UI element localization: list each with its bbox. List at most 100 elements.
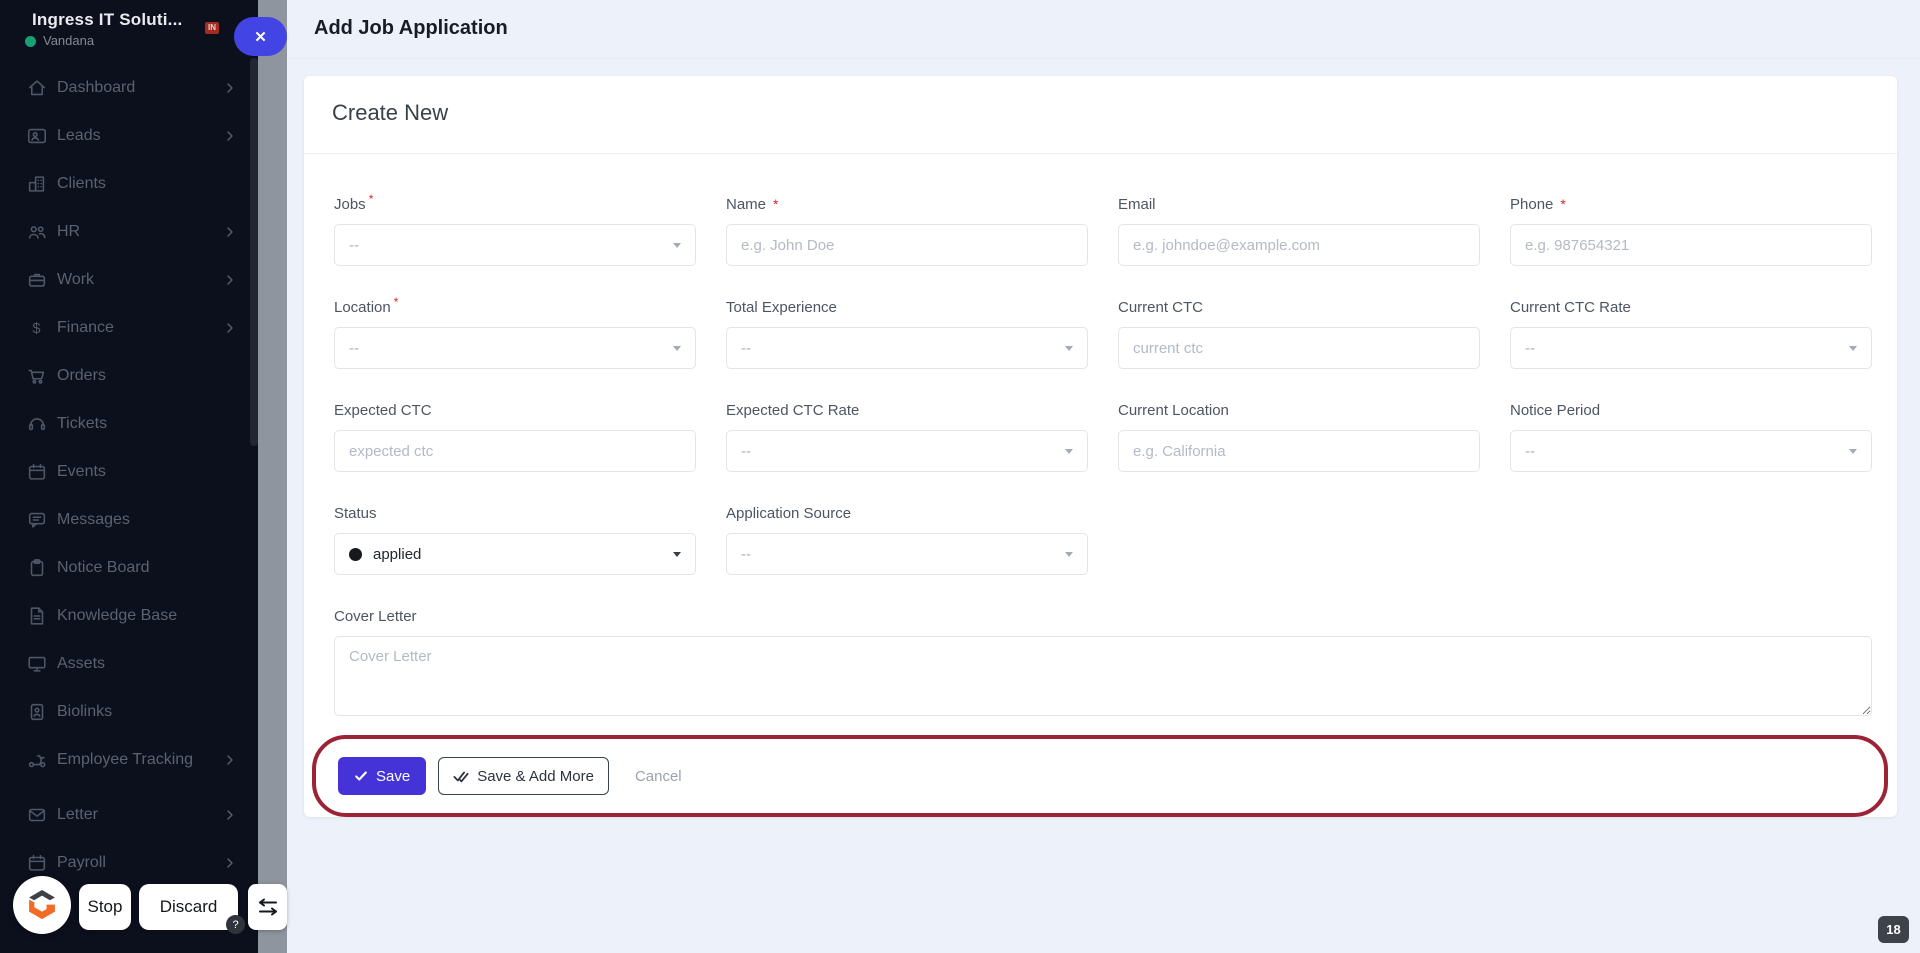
sidebar: Ingress IT Soluti... IN Vandana Dashboar… [0,0,258,953]
cover-letter-textarea[interactable] [334,636,1872,716]
sidebar-item-notice-board[interactable]: Notice Board [0,544,258,592]
field-current-ctc: Current CTC [1118,299,1480,369]
file-text-icon [26,605,48,627]
job-application-form: Jobs*--Name*EmailPhone*Location*--Total … [334,192,1872,721]
field-label-text: Current CTC [1118,299,1204,316]
calendar-icon [26,852,48,874]
location-select[interactable]: -- [334,327,696,369]
cancel-button[interactable]: Cancel [635,768,682,785]
field-label-text: Application Source [726,505,852,522]
close-icon: ✕ [254,28,267,46]
sidebar-scroll-track [258,0,287,953]
chevron-right-icon [222,272,238,288]
chevron-right-icon [222,752,238,768]
field-jobs: Jobs * -- [334,192,696,266]
footer-buttons: Save Save & Add More Cancel [338,757,682,795]
current-location-input[interactable] [1118,430,1480,472]
workspace-name: Ingress IT Soluti... [32,10,183,29]
save-and-add-more-button[interactable]: Save & Add More [438,757,609,795]
field-cover-letter: Cover Letter [334,608,1872,721]
sidebar-item-employee-tracking[interactable]: Employee Tracking [0,736,258,784]
name-input[interactable] [726,224,1088,266]
field-label-text: Location [334,299,391,316]
field-label: Total Experience [726,299,1088,319]
discard-button[interactable]: Discard [139,884,238,930]
field-expected-ctc-rate: Expected CTC Rate -- [726,402,1088,472]
field-label-text: Notice Period [1510,402,1601,419]
jobs-select[interactable]: -- [334,224,696,266]
field-current-ctc-rate: Current CTC Rate -- [1510,299,1872,369]
sidebar-item-assets[interactable]: Assets [0,640,258,688]
current-ctc-rate-select[interactable]: -- [1510,327,1872,369]
save-button[interactable]: Save [338,757,427,795]
chevron-right-icon [222,320,238,336]
chevron-down-icon [1065,552,1073,557]
select-value: -- [1525,339,1535,357]
field-label-text: Current CTC Rate [1510,299,1631,316]
sidebar-item-events[interactable]: Events [0,448,258,496]
application-source-select[interactable]: -- [726,533,1088,575]
current-ctc-input[interactable] [1118,327,1480,369]
field-label: Cover Letter [334,608,417,625]
sidebar-item-knowledge-base[interactable]: Knowledge Base [0,592,258,640]
email-input[interactable] [1118,224,1480,266]
sidebar-scrollbar-thumb[interactable] [250,58,258,446]
chevron-down-icon [673,243,681,248]
swap-panel-button[interactable] [248,884,287,930]
field-label: Current Location [1118,402,1480,422]
chevron-right-icon [222,855,238,871]
chevron-down-icon [1065,449,1073,454]
check-icon [355,771,367,781]
sidebar-item-label: Employee Tracking [57,751,194,768]
field-label-text: Expected CTC [334,402,432,419]
stop-button[interactable]: Stop [79,884,131,930]
field-label-text: Jobs [334,196,366,213]
sidebar-item-finance[interactable]: $ Finance [0,304,258,352]
sidebar-item-letter[interactable]: Letter [0,791,258,839]
field-name: Name * [726,196,1088,266]
sidebar-item-label: Biolinks [57,703,113,720]
sidebar-item-tickets[interactable]: Tickets [0,400,258,448]
expected-ctc-rate-select[interactable]: -- [726,430,1088,472]
phone-input[interactable] [1510,224,1872,266]
monitor-icon [26,653,48,675]
sidebar-item-work[interactable]: Work [0,256,258,304]
field-location: Location * -- [334,295,696,369]
notice-period-select[interactable]: -- [1510,430,1872,472]
sidebar-item-messages[interactable]: Messages [0,496,258,544]
building-icon [26,173,48,195]
page-header: Add Job Application [287,0,1920,59]
sidebar-item-orders[interactable]: Orders [0,352,258,400]
sidebar-item-leads[interactable]: Leads [0,112,258,160]
total-experience-select[interactable]: -- [726,327,1088,369]
dollar-icon: $ [26,317,48,339]
footer-highlight-annotation: Save Save & Add More Cancel [312,735,1888,817]
save-and-add-more-label: Save & Add More [477,767,594,785]
select-value: applied [373,545,422,563]
sidebar-item-clients[interactable]: Clients [0,160,258,208]
sidebar-item-dashboard[interactable]: Dashboard [0,64,258,112]
field-total-experience: Total Experience -- [726,299,1088,369]
status-select[interactable]: applied [334,533,696,575]
svg-text:$: $ [32,321,40,337]
field-label: Expected CTC Rate [726,402,1088,422]
sidebar-item-hr[interactable]: HR [0,208,258,256]
field-label-text: Expected CTC Rate [726,402,860,419]
chevron-down-icon [1065,346,1073,351]
expected-ctc-input[interactable] [334,430,696,472]
chevron-down-icon [1849,346,1857,351]
sidebar-item-label: Clients [57,175,106,192]
field-current-location: Current Location [1118,402,1480,472]
required-asterisk: * [1560,196,1566,212]
select-value: -- [741,545,751,563]
workspace-logo-badge: IN [205,22,219,34]
close-panel-button[interactable]: ✕ [234,17,287,56]
recorder-logo-button[interactable] [13,876,71,934]
hexagon-logo-icon [29,890,55,920]
help-button[interactable]: ? [226,915,245,934]
field-phone: Phone * [1510,196,1872,266]
sidebar-item-biolinks[interactable]: Biolinks [0,688,258,736]
sidebar-item-label: Tickets [57,415,108,432]
chevron-down-icon [673,346,681,351]
sidebar-item-label: Payroll [57,854,106,871]
